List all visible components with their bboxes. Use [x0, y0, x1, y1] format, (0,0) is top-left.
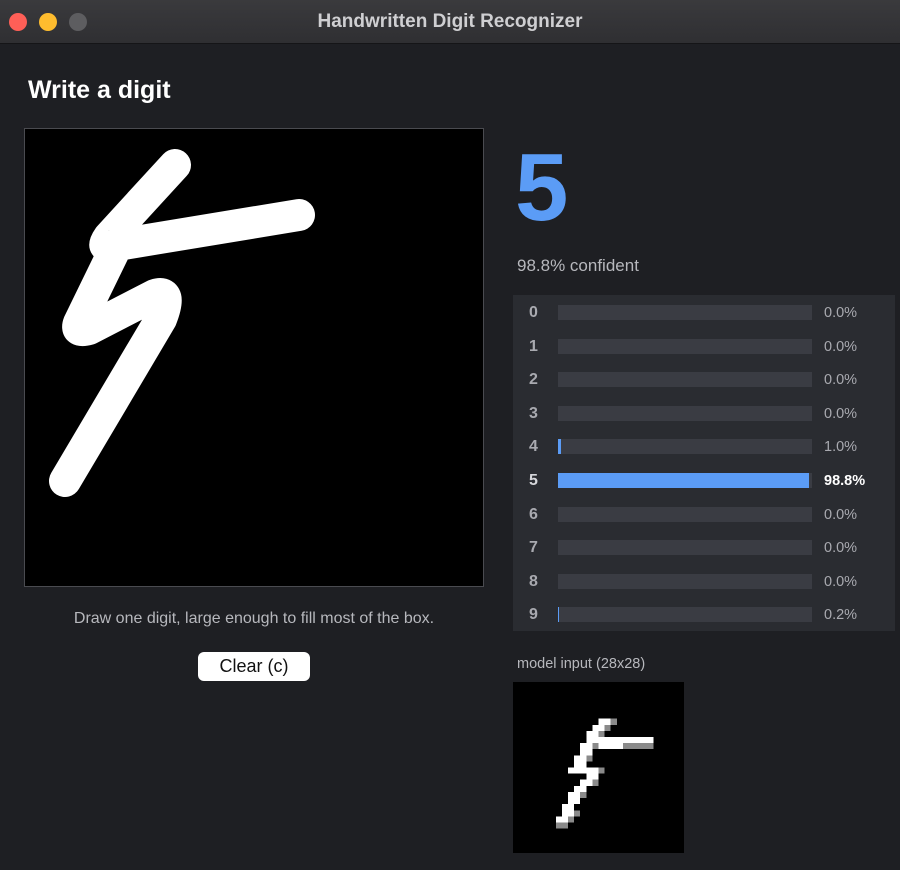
canvas-heading: Write a digit: [28, 76, 171, 104]
probability-row-3: 3 0.0%: [513, 396, 895, 430]
model-input-label: model input (28x28): [517, 656, 646, 672]
probability-bar-track: [558, 405, 812, 421]
probability-bar-fill: [558, 439, 561, 455]
probability-bar-fill: [558, 473, 809, 488]
probability-bar-fill: [558, 607, 559, 623]
probability-row-0: 0 0.0%: [513, 295, 895, 329]
probability-value: 0.0%: [824, 338, 858, 355]
probability-row-5: 5 98.8%: [513, 463, 895, 497]
model-input-image: [513, 682, 684, 853]
probability-value: 0.0%: [824, 573, 858, 590]
probability-digit: 8: [529, 572, 538, 590]
probability-bar-track: [558, 573, 812, 589]
probability-bar-track: [558, 305, 812, 320]
probability-bar-track: [558, 338, 812, 354]
probability-value: 0.0%: [824, 405, 858, 422]
probability-row-1: 1 0.0%: [513, 329, 895, 363]
probability-value: 98.8%: [824, 473, 866, 489]
probability-row-8: 8 0.0%: [513, 564, 895, 598]
probability-row-9: 9 0.2%: [513, 597, 895, 631]
probability-value: 0.0%: [824, 540, 858, 557]
probability-row-2: 2 0.0%: [513, 362, 895, 396]
probability-digit: 6: [529, 505, 538, 523]
model-input-pixels: [555, 718, 654, 829]
probability-digit: 9: [529, 606, 538, 624]
probability-row-4: 4 1.0%: [513, 429, 895, 463]
probability-bar-track: [558, 473, 812, 488]
drawing-canvas[interactable]: [24, 128, 484, 587]
canvas-hint: Draw one digit, large enough to fill mos…: [73, 610, 435, 627]
probability-row-6: 6 0.0%: [513, 497, 895, 531]
drawn-stroke: [49, 149, 315, 497]
probability-bar-track: [558, 439, 812, 455]
probability-bar-track: [558, 540, 812, 556]
probability-panel: 0 0.0% 1 0.0% 2 0.0% 3 0.0% 4 1.0% 5 98.8% 6 0.0% 7 0.0…: [513, 295, 895, 631]
probability-digit: 5: [529, 472, 538, 489]
predicted-digit: 5: [515, 134, 569, 241]
probability-value: 0.0%: [824, 372, 858, 389]
window-title: Handwritten Digit Recognizer: [317, 11, 583, 32]
title-bar: Handwritten Digit Recognizer: [0, 0, 900, 44]
probability-value: 0.0%: [824, 305, 858, 321]
probability-bar-track: [558, 607, 812, 623]
probability-digit: 1: [529, 337, 538, 355]
probability-value: 1.0%: [824, 439, 858, 456]
clear-button[interactable]: Clear (c): [198, 652, 310, 681]
probability-row-7: 7 0.0%: [513, 530, 895, 564]
confidence-text: 98.8% confident: [517, 256, 639, 275]
probability-value: 0.0%: [824, 506, 858, 523]
probability-digit: 3: [529, 404, 538, 422]
probability-digit: 7: [529, 539, 538, 557]
probability-bar-track: [558, 372, 812, 388]
probability-value: 0.2%: [824, 607, 858, 624]
probability-digit: 4: [529, 438, 538, 456]
probability-digit: 2: [529, 371, 538, 389]
probability-bar-track: [558, 506, 812, 522]
probability-digit: 0: [529, 304, 538, 321]
